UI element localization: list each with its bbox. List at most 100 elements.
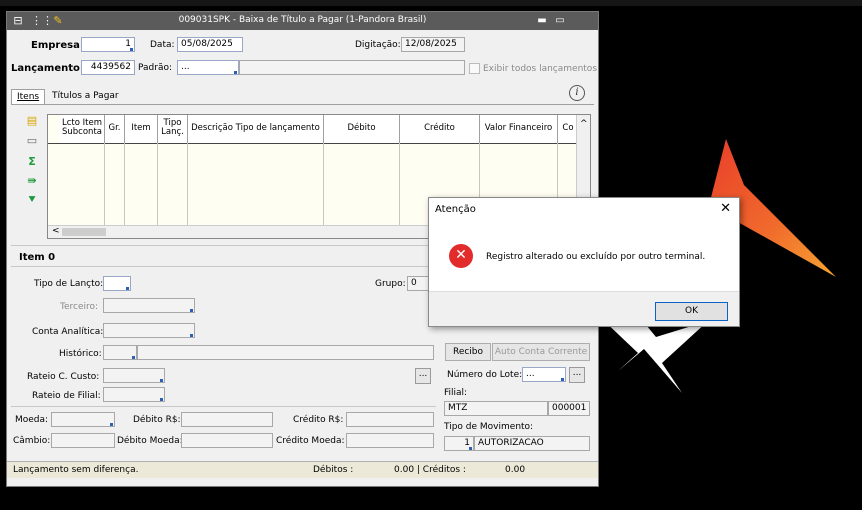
ok-button[interactable]: OK: [655, 302, 728, 321]
col-co[interactable]: Co: [558, 115, 578, 143]
maximize-button[interactable]: ▭: [553, 14, 567, 28]
dialog-footer: OK: [429, 291, 739, 326]
auto-conta-label: Auto Conta Corrente: [494, 347, 588, 357]
lancamento-field[interactable]: 4439562: [81, 60, 135, 75]
padrao-code-field[interactable]: ...: [177, 60, 239, 75]
debitos-value: 0.00 | Créditos :: [394, 465, 466, 475]
scroll-up-icon[interactable]: ^: [580, 119, 588, 129]
item-divider: [11, 266, 436, 267]
col-label: Valor Financeiro: [484, 123, 553, 133]
filial-code: 000001: [552, 403, 587, 413]
empresa-field[interactable]: 1: [81, 37, 135, 52]
grid-col-line: [124, 143, 125, 225]
numero-lote-value: ...: [526, 369, 535, 379]
col-label: Item: [131, 123, 151, 133]
debito-rs-label: Débito R$:: [133, 415, 181, 425]
numero-lote-ellipsis-button[interactable]: ...: [569, 367, 585, 383]
col-lcto-item-subconta[interactable]: Lcto Item Subconta: [60, 115, 105, 143]
status-message: Lançamento sem diferença.: [13, 465, 139, 475]
sum-icon[interactable]: Σ: [25, 155, 39, 169]
status-bar: Lançamento sem diferença. Débitos : 0.00…: [7, 461, 598, 478]
item-title: Item 0: [19, 252, 56, 263]
credito-moeda-label: Crédito Moeda:: [276, 436, 345, 446]
credito-rs-label: Crédito R$:: [293, 415, 344, 425]
filial-value: MTZ: [448, 403, 468, 413]
creditos-value: 0.00: [505, 465, 526, 475]
recibo-label: Recibo: [452, 347, 484, 357]
historico-code-field: [103, 345, 137, 360]
grid-col-line: [323, 143, 324, 225]
col-gr[interactable]: Gr.: [105, 115, 125, 143]
digitacao-label: Digitação:: [355, 40, 401, 50]
document-icon[interactable]: ▭: [25, 134, 39, 148]
recibo-button[interactable]: Recibo: [445, 343, 491, 361]
lancamento-value: 4439562: [90, 62, 131, 72]
taskbar-strip: [0, 0, 862, 6]
scroll-left-icon[interactable]: <: [52, 226, 60, 236]
tipo-movimento-field: AUTORIZACAO: [474, 436, 590, 451]
minimize-button[interactable]: ▬: [535, 14, 549, 28]
grid-col-line: [157, 143, 158, 225]
ok-label: OK: [685, 306, 698, 316]
col-item[interactable]: Item: [125, 115, 158, 143]
exibir-todos-checkbox[interactable]: [469, 63, 480, 74]
col-descricao[interactable]: Descrição Tipo de lançamento: [188, 115, 324, 143]
tipo-movimento-label: Tipo de Movimento:: [444, 422, 534, 432]
error-icon: ✕: [449, 244, 473, 268]
grupo-value: 0: [411, 278, 417, 288]
historico-description-field: [137, 345, 434, 360]
data-value: 05/08/2025: [181, 39, 233, 49]
exibir-todos-label: Exibir todos lançamentos: [483, 64, 598, 74]
tipo-lancto-field[interactable]: [103, 276, 131, 291]
lancamento-label: Lançamento:: [11, 63, 84, 74]
conta-analitica-field: [103, 323, 195, 338]
credito-moeda-field: [346, 433, 434, 448]
col-valor-financeiro[interactable]: Valor Financeiro: [480, 115, 558, 143]
tab-titulos-label: Títulos a Pagar: [52, 91, 119, 101]
window-title: 009031SPK - Baixa de Título a Pagar (1-P…: [178, 15, 427, 25]
padrao-label: Padrão:: [138, 63, 173, 73]
grupo-label: Grupo:: [375, 279, 406, 289]
rateio-filial-field: [103, 387, 165, 402]
ellipsis-button[interactable]: ...: [415, 368, 431, 384]
filial-code-field: 000001: [548, 401, 590, 416]
numero-lote-label: Número do Lote:: [447, 370, 523, 380]
col-label: Co: [562, 123, 574, 133]
data-label: Data:: [150, 40, 175, 50]
col-label: Débito: [347, 123, 376, 133]
data-field[interactable]: 05/08/2025: [177, 37, 243, 52]
dialog-close-icon[interactable]: ✕: [720, 201, 731, 216]
col-tipo-lanc[interactable]: Tipo Lanç.: [158, 115, 188, 143]
col-label: Descrição Tipo de lançamento: [191, 123, 320, 133]
padrao-description-field: [239, 60, 465, 75]
cambio-label: Câmbio:: [13, 436, 51, 446]
add-row-icon[interactable]: ▤: [25, 114, 39, 128]
debitos-label: Débitos :: [313, 465, 354, 475]
col-debito[interactable]: Débito: [324, 115, 400, 143]
tab-divider: [11, 104, 594, 105]
col-credito[interactable]: Crédito: [400, 115, 480, 143]
dialog-message: Registro alterado ou excluído por outro …: [486, 252, 706, 262]
moeda-label: Moeda:: [15, 415, 49, 425]
col-label: Gr.: [108, 123, 121, 133]
digitacao-field: 12/08/2025: [401, 37, 465, 52]
tipo-movimento-code-field: 1: [444, 436, 474, 451]
col-label: Crédito: [424, 123, 455, 133]
info-icon[interactable]: i: [569, 85, 585, 101]
grupo-field: 0: [407, 276, 429, 291]
export-icon[interactable]: ⇛: [25, 174, 39, 188]
credito-rs-field: [346, 412, 434, 427]
tab-itens[interactable]: Itens: [11, 89, 46, 105]
grid-col-line: [399, 143, 400, 225]
empresa-label: Empresa:: [31, 40, 84, 51]
padrao-value: ...: [181, 62, 190, 72]
collapse-down-icon[interactable]: ⯆: [25, 193, 39, 207]
scroll-thumb[interactable]: [62, 228, 106, 236]
numero-lote-field[interactable]: ...: [522, 367, 566, 382]
grid-header-line: [48, 143, 578, 144]
rateio-custo-label: Rateio C. Custo:: [27, 372, 100, 382]
debito-moeda-label: Débito Moeda:: [117, 436, 183, 446]
filial-field: MTZ: [444, 401, 548, 416]
cambio-field: [51, 433, 115, 448]
tab-titulos-a-pagar[interactable]: Títulos a Pagar: [47, 89, 124, 105]
